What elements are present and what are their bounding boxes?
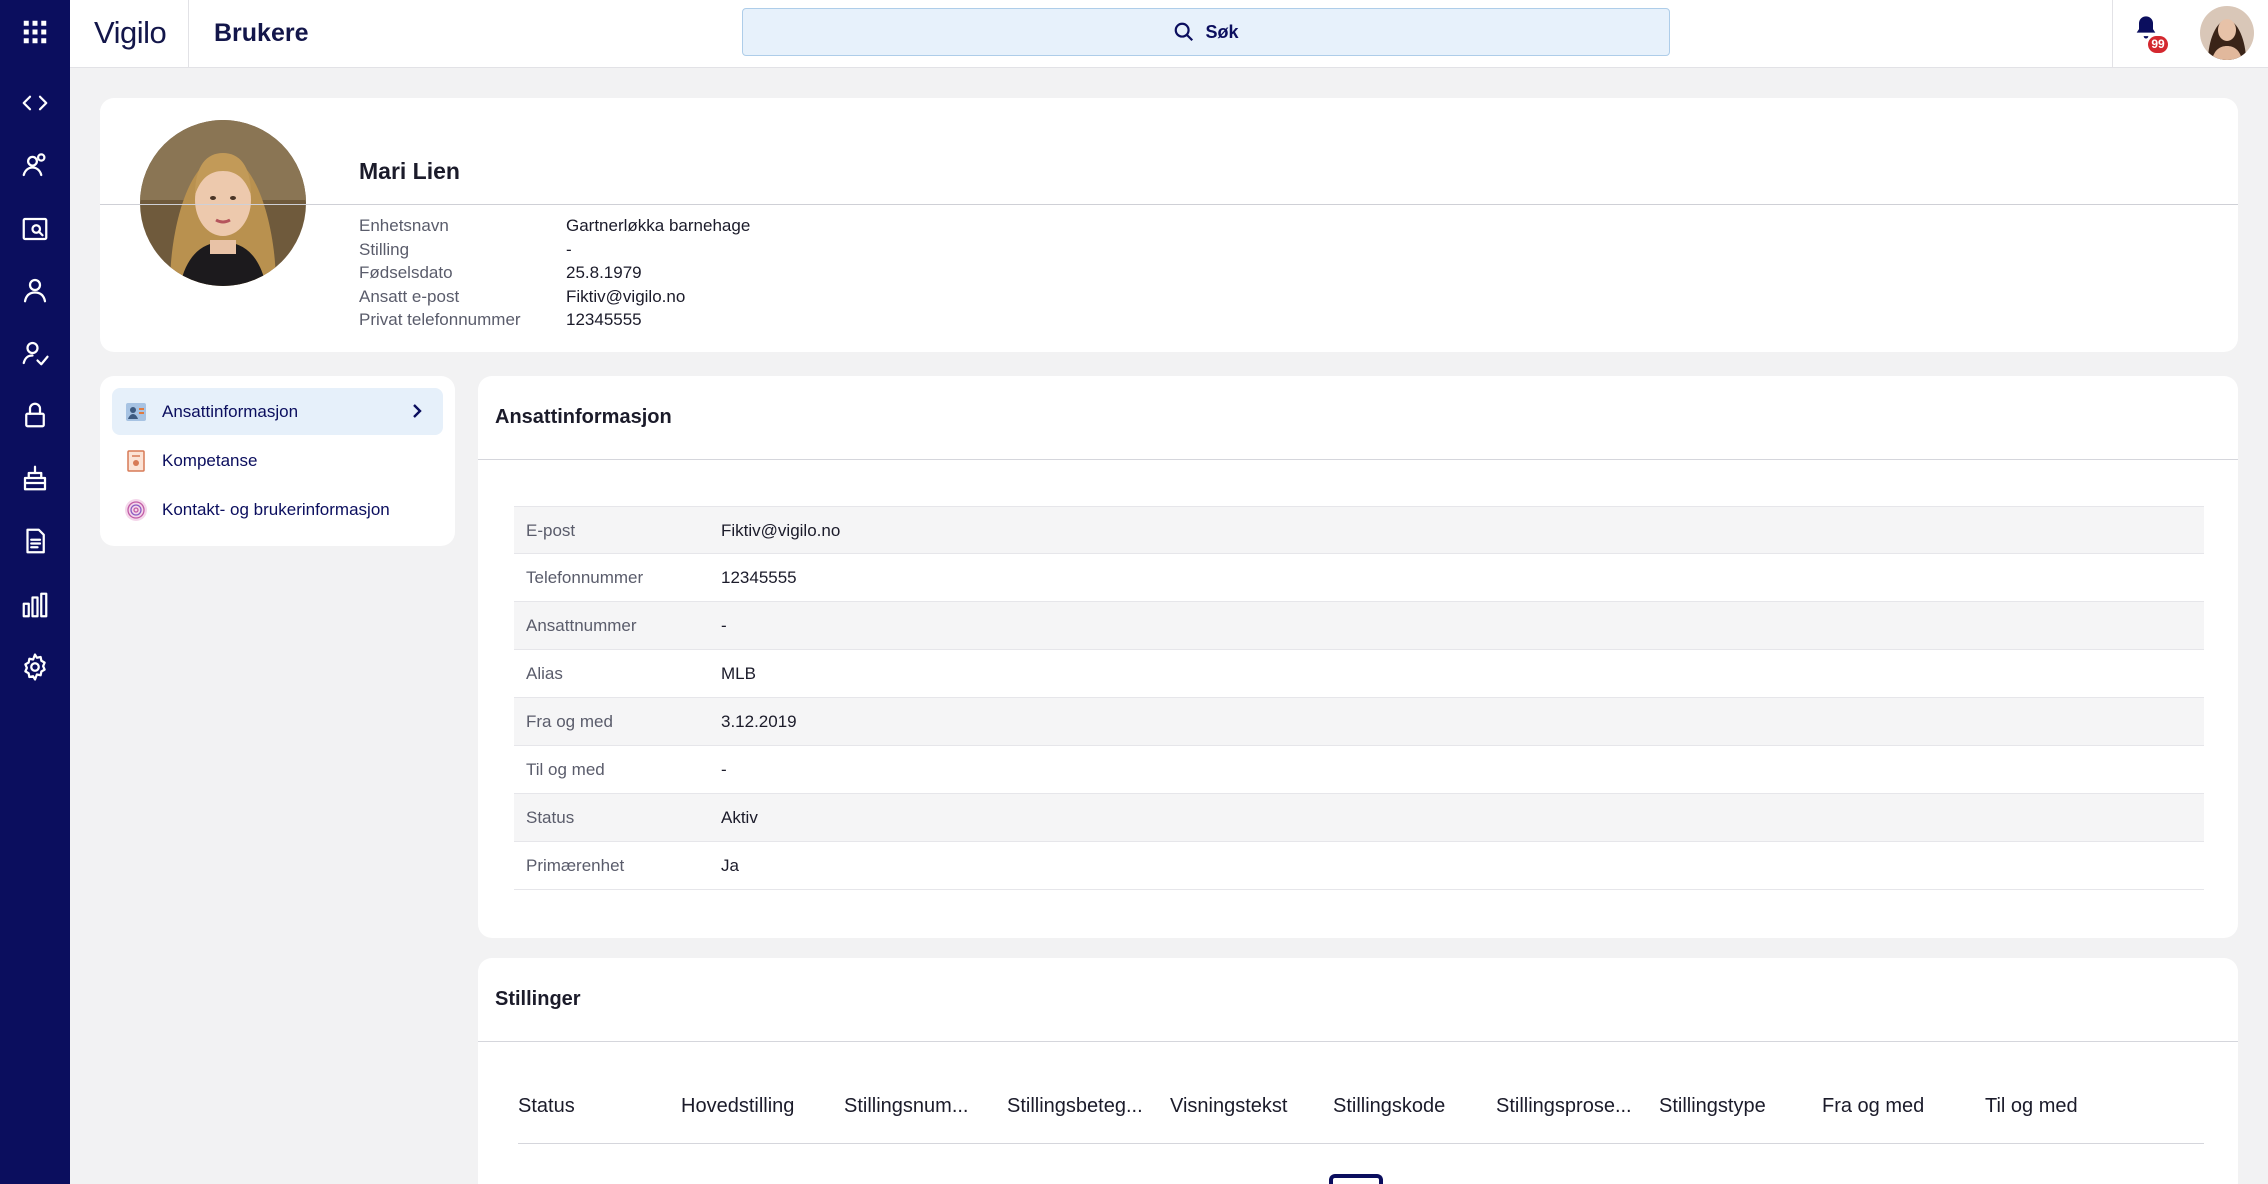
apps-grid-icon[interactable] (0, 7, 70, 57)
notifications-button[interactable]: 99 (2132, 14, 2172, 54)
detail-value: - (566, 239, 572, 259)
row-label: Primærenhet (526, 856, 625, 875)
detail-label: Enhetsnavn (359, 216, 449, 235)
user-check-icon[interactable] (0, 328, 70, 378)
column-header-status[interactable]: Status (518, 1084, 681, 1143)
row-value: MLB (721, 664, 756, 683)
building-icon[interactable] (0, 453, 70, 503)
profile-detail-row: Stilling - (359, 238, 750, 262)
column-header-stillingstype[interactable]: Stillingstype (1659, 1084, 1822, 1143)
table-row: Status Aktiv (514, 794, 2204, 842)
empty-state-icon (1329, 1174, 1383, 1184)
column-header-visningstekst[interactable]: Visningstekst (1170, 1084, 1333, 1143)
row-label: Til og med (526, 760, 605, 779)
profile-detail-row: Enhetsnavn Gartnerløkka barnehage (359, 214, 750, 238)
column-header-til-og-med[interactable]: Til og med (1985, 1084, 2148, 1143)
card-title: Ansattinformasjon (495, 406, 672, 428)
row-value: 12345555 (721, 568, 797, 587)
divider (100, 204, 2238, 205)
table-row: Ansattnummer - (514, 602, 2204, 650)
document-icon[interactable] (0, 516, 70, 566)
profile-detail-row: Ansatt e-post Fiktiv@vigilo.no (359, 285, 750, 309)
row-value: - (721, 760, 727, 779)
notification-count-badge: 99 (2148, 36, 2168, 53)
detail-label: Fødselsdato (359, 263, 453, 282)
table-row: Alias MLB (514, 650, 2204, 698)
search-label: Søk (1205, 21, 1239, 42)
profile-detail-row: Privat telefonnummer 12345555 (359, 308, 750, 332)
employee-info-icon (124, 400, 148, 424)
divider (188, 0, 189, 68)
profile-photo (140, 120, 306, 286)
divider (478, 1041, 2238, 1042)
user-search-icon[interactable] (0, 204, 70, 254)
divider (2112, 0, 2113, 68)
column-header-stillingsnummer[interactable]: Stillingsnum... (844, 1084, 1007, 1143)
gear-icon[interactable] (0, 642, 70, 692)
certificate-icon (124, 449, 148, 473)
menu-item-label: Kompetanse (162, 450, 258, 470)
column-header-stillingsprosent[interactable]: Stillingsprose... (1496, 1084, 1659, 1143)
page-title: Brukere (214, 19, 309, 47)
fingerprint-icon (124, 498, 148, 522)
user-icon[interactable] (0, 265, 70, 315)
employee-info-table: E-post Fiktiv@vigilo.no Telefonnummer 12… (514, 506, 2204, 890)
profile-card: Mari Lien Enhetsnavn Gartnerløkka barneh… (100, 98, 2238, 352)
table-row: E-post Fiktiv@vigilo.no (514, 506, 2204, 554)
detail-value: Fiktiv@vigilo.no (566, 286, 686, 306)
column-header-stillingskode[interactable]: Stillingskode (1333, 1084, 1496, 1143)
menu-item-kompetanse[interactable]: Kompetanse (112, 437, 443, 484)
menu-item-label: Kontakt- og brukerinformasjon (162, 499, 390, 519)
detail-value: 12345555 (566, 310, 642, 329)
row-label: Telefonnummer (526, 568, 644, 587)
sidebar (0, 0, 70, 1184)
menu-item-label: Ansattinformasjon (162, 401, 299, 421)
bar-chart-icon[interactable] (0, 580, 70, 630)
lock-icon[interactable] (0, 390, 70, 440)
detail-label: Stilling (359, 239, 410, 259)
column-header-fra-og-med[interactable]: Fra og med (1822, 1084, 1985, 1143)
row-value: 3.12.2019 (721, 712, 797, 731)
row-label: Alias (526, 664, 563, 683)
row-value: Ja (721, 856, 739, 875)
detail-value: 25.8.1979 (566, 263, 642, 282)
code-icon[interactable] (0, 78, 70, 128)
menu-item-kontakt[interactable]: Kontakt- og brukerinformasjon (112, 486, 443, 533)
detail-label: Privat telefonnummer (359, 310, 521, 329)
users-group-icon[interactable] (0, 140, 70, 190)
profile-details: Enhetsnavn Gartnerløkka barnehage Stilli… (359, 214, 750, 332)
positions-table-header: Status Hovedstilling Stillingsnum... Sti… (518, 1084, 2204, 1144)
positions-card: Stillinger Status Hovedstilling Stilling… (478, 958, 2238, 1184)
profile-detail-row: Fødselsdato 25.8.1979 (359, 261, 750, 285)
row-value: - (721, 616, 727, 635)
row-label: E-post (526, 521, 576, 540)
divider (478, 459, 2238, 460)
row-label: Status (526, 808, 575, 827)
search-icon (1175, 22, 1194, 42)
table-row: Fra og med 3.12.2019 (514, 698, 2204, 746)
user-avatar[interactable] (2200, 6, 2254, 60)
employee-info-card: Ansattinformasjon E-post Fiktiv@vigilo.n… (478, 376, 2238, 938)
chevron-right-icon (407, 401, 427, 421)
row-value: Aktiv (721, 808, 758, 827)
row-label: Fra og med (526, 712, 613, 731)
top-bar: Vigilo Brukere Søk 99 (70, 0, 2268, 68)
row-value: Fiktiv@vigilo.no (721, 521, 841, 540)
profile-name: Mari Lien (359, 158, 460, 184)
detail-value: Gartnerløkka barnehage (566, 216, 751, 235)
table-row: Primærenhet Ja (514, 842, 2204, 890)
detail-label: Ansatt e-post (359, 286, 460, 306)
card-title: Stillinger (495, 988, 581, 1010)
brand-logo[interactable]: Vigilo (94, 0, 167, 68)
table-row: Telefonnummer 12345555 (514, 554, 2204, 602)
menu-item-ansattinformasjon[interactable]: Ansattinformasjon (112, 388, 443, 435)
row-label: Ansattnummer (526, 616, 637, 635)
column-header-stillingsbetegnelse[interactable]: Stillingsbeteg... (1007, 1084, 1170, 1143)
column-header-hovedstilling[interactable]: Hovedstilling (681, 1084, 844, 1143)
table-row: Til og med - (514, 746, 2204, 794)
section-menu: Ansattinformasjon Kompetanse Kontakt- og… (100, 376, 455, 546)
search-bar[interactable]: Søk (742, 8, 1670, 56)
